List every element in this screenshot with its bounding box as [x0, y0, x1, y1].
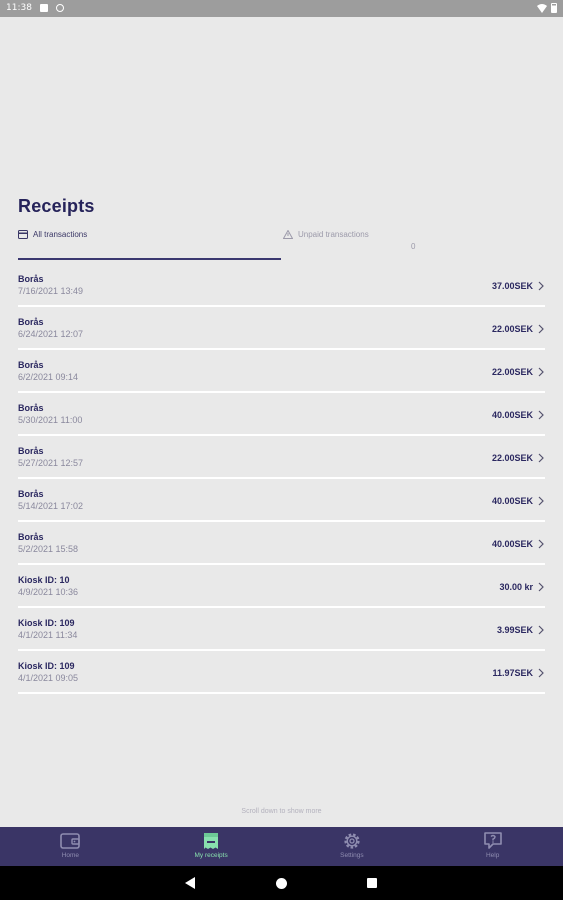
- list-item[interactable]: Borås 5/14/2021 17:02 40.00SEK: [18, 479, 545, 522]
- card-icon: [18, 230, 28, 239]
- list-item[interactable]: Kiosk ID: 109 4/1/2021 11:34 3.99SEK: [18, 608, 545, 651]
- back-icon[interactable]: [184, 876, 196, 890]
- tab-label: All transactions: [33, 230, 88, 239]
- chevron-right-icon: [538, 496, 544, 506]
- receipt-amount: 11.97SEK: [492, 668, 533, 678]
- receipt-amount: 40.00SEK: [491, 539, 533, 549]
- receipt-date: 5/2/2021 15:58: [18, 544, 79, 554]
- receipt-amount: 22.00SEK: [491, 324, 533, 334]
- receipt-date: 5/14/2021 17:02: [18, 501, 84, 511]
- receipt-amount: 3.99SEK: [496, 625, 533, 635]
- nav-home[interactable]: Home: [0, 827, 141, 866]
- chevron-right-icon: [538, 410, 544, 420]
- receipt-amount: 40.00SEK: [491, 496, 533, 506]
- nav-label: Help: [485, 852, 500, 859]
- receipt-location: Borås: [18, 360, 44, 370]
- nav-label: Home: [61, 852, 80, 859]
- status-time: 11:38: [6, 3, 32, 13]
- chevron-right-icon: [538, 324, 544, 334]
- help-chat-icon: [483, 832, 502, 849]
- receipt-location: Borås: [18, 317, 44, 327]
- nav-label: My receipts: [194, 852, 228, 859]
- list-item[interactable]: Kiosk ID: 109 4/1/2021 09:05 11.97SEK: [18, 651, 545, 694]
- receipt-date: 4/9/2021 10:36: [18, 587, 79, 597]
- receipt-tabs: All transactions Unpaid transactions 0: [18, 226, 545, 260]
- recent-apps-icon[interactable]: [367, 878, 377, 888]
- tab-all-transactions[interactable]: All transactions: [18, 226, 281, 260]
- list-item[interactable]: Borås 5/27/2021 12:57 22.00SEK: [18, 436, 545, 479]
- page-title: Receipts: [18, 196, 95, 216]
- home-icon[interactable]: [276, 878, 287, 889]
- receipt-location: Borås: [18, 403, 44, 413]
- receipt-location: Borås: [18, 446, 44, 456]
- receipt-location: Borås: [18, 274, 44, 284]
- chevron-right-icon: [538, 668, 544, 678]
- receipt-amount: 30.00 kr: [499, 582, 533, 592]
- receipt-location: Borås: [18, 489, 44, 499]
- nav-help[interactable]: Help: [422, 827, 563, 866]
- battery-icon: [551, 3, 557, 13]
- gear-icon: [344, 833, 360, 849]
- list-item[interactable]: Borås 6/2/2021 09:14 22.00SEK: [18, 350, 545, 393]
- bottom-nav: Home My receipts Settings Help: [0, 827, 563, 866]
- list-item[interactable]: Borås 5/30/2021 11:00 40.00SEK: [18, 393, 545, 436]
- receipt-date: 5/27/2021 12:57: [18, 458, 84, 468]
- nav-settings[interactable]: Settings: [282, 827, 423, 866]
- chevron-right-icon: [538, 582, 544, 592]
- receipt-amount: 37.00SEK: [491, 281, 533, 291]
- receipt-location: Borås: [18, 532, 44, 542]
- scroll-hint: Scroll down to show more: [241, 808, 322, 815]
- list-item[interactable]: Borås 6/24/2021 12:07 22.00SEK: [18, 307, 545, 350]
- status-icons: [537, 3, 557, 13]
- receipt-amount: 22.00SEK: [491, 453, 533, 463]
- chevron-right-icon: [538, 453, 544, 463]
- unpaid-count-badge: 0: [411, 242, 416, 251]
- nav-my-receipts[interactable]: My receipts: [141, 827, 282, 866]
- chevron-right-icon: [538, 539, 544, 549]
- nav-label: Settings: [340, 852, 364, 859]
- receipt-date: 5/30/2021 11:00: [18, 415, 83, 425]
- notification-icon: [56, 4, 64, 12]
- warning-icon: [283, 230, 293, 239]
- receipt-location: Kiosk ID: 109: [18, 618, 75, 628]
- clipboard-icon: [40, 4, 48, 12]
- receipt-amount: 40.00SEK: [491, 410, 533, 420]
- system-nav-bar: [0, 866, 563, 900]
- receipt-date: 6/2/2021 09:14: [18, 372, 79, 382]
- receipt-location: Kiosk ID: 109: [18, 661, 75, 671]
- chevron-right-icon: [538, 367, 544, 377]
- receipt-icon: [204, 833, 219, 849]
- list-item[interactable]: Kiosk ID: 10 4/9/2021 10:36 30.00 kr: [18, 565, 545, 608]
- receipt-date: 4/1/2021 09:05: [18, 673, 79, 683]
- list-item[interactable]: Borås 5/2/2021 15:58 40.00SEK: [18, 522, 545, 565]
- chevron-right-icon: [538, 625, 544, 635]
- wifi-icon: [537, 3, 547, 13]
- chevron-right-icon: [538, 281, 544, 291]
- list-item[interactable]: Borås 7/16/2021 13:49 37.00SEK: [18, 264, 545, 307]
- tab-label: Unpaid transactions: [298, 230, 369, 239]
- receipt-date: 6/24/2021 12:07: [18, 329, 84, 339]
- wallet-icon: [60, 833, 81, 849]
- receipt-date: 4/1/2021 11:34: [18, 630, 78, 640]
- receipt-date: 7/16/2021 13:49: [18, 286, 84, 296]
- receipts-list: Borås 7/16/2021 13:49 37.00SEK Borås 6/2…: [18, 264, 545, 694]
- receipt-amount: 22.00SEK: [491, 367, 533, 377]
- status-bar: 11:38: [0, 0, 563, 17]
- receipt-location: Kiosk ID: 10: [18, 575, 70, 585]
